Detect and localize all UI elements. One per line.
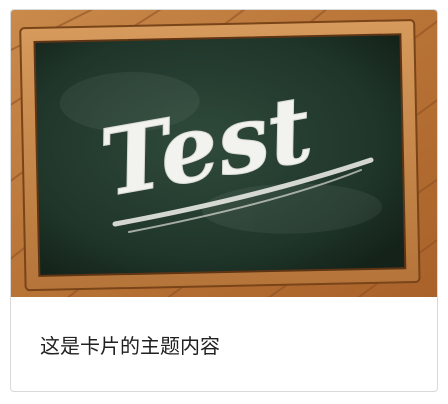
chalkboard-image: Test [11, 10, 437, 297]
content-card: Test 这是卡片的主题内容 [10, 9, 438, 392]
card-image: Test [11, 10, 437, 297]
card-body-text: 这是卡片的主题内容 [40, 334, 220, 358]
card-body: 这是卡片的主题内容 [11, 297, 437, 391]
